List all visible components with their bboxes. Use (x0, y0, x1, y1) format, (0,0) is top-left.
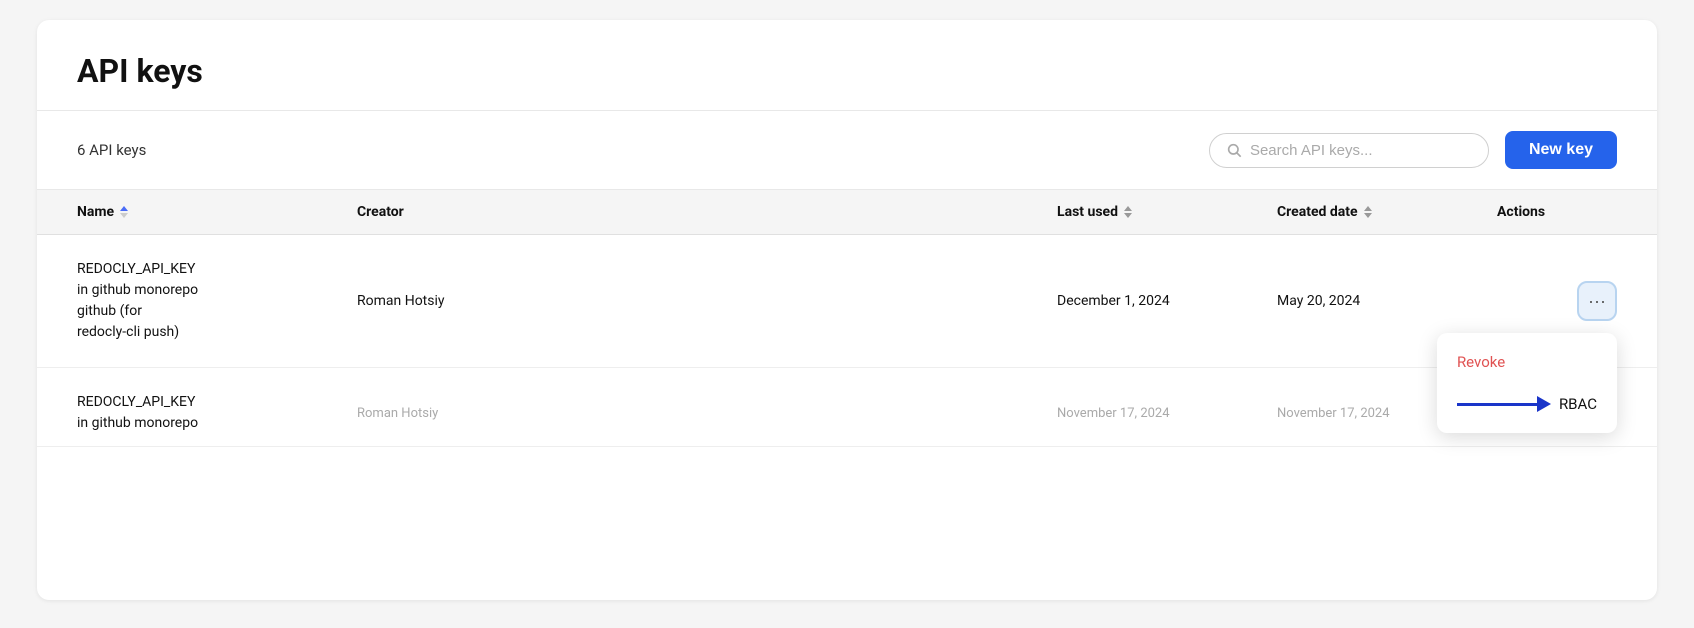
creator-1: Roman Hotsiy (357, 293, 1057, 309)
rbac-menu-item[interactable]: RBAC (1437, 383, 1617, 425)
col-last-used-label: Last used (1057, 204, 1118, 220)
last-used-1: December 1, 2024 (1057, 293, 1277, 309)
table-header: Name Creator Last used Created date (37, 190, 1657, 235)
page-header: API keys (37, 20, 1657, 111)
more-icon: ··· (1588, 291, 1606, 312)
sort-icon-name (120, 206, 128, 218)
search-input[interactable] (1250, 142, 1472, 159)
new-key-button[interactable]: New key (1505, 131, 1617, 169)
table-row: REDOCLY_API_KEYin github monorepogithub … (37, 235, 1657, 368)
sort-icon-last-used (1124, 206, 1132, 218)
revoke-menu-item[interactable]: Revoke (1437, 341, 1617, 383)
search-wrapper (1209, 133, 1489, 168)
key-name-2: REDOCLY_API_KEYin github monorepo (77, 392, 357, 434)
col-header-name[interactable]: Name (77, 204, 357, 220)
toolbar-right: New key (1209, 131, 1617, 169)
search-icon (1226, 142, 1242, 158)
table-row: REDOCLY_API_KEYin github monorepo Roman … (37, 368, 1657, 447)
table-container: Name Creator Last used Created date (37, 190, 1657, 447)
page-container: API keys 6 API keys New key Name (37, 20, 1657, 600)
col-header-created-date[interactable]: Created date (1277, 204, 1497, 220)
page-title: API keys (77, 52, 1617, 90)
col-actions-label: Actions (1497, 204, 1545, 220)
last-used-2: November 17, 2024 (1057, 406, 1277, 421)
rbac-arrow-indicator (1457, 396, 1551, 412)
toolbar: 6 API keys New key (37, 111, 1657, 190)
key-name-1: REDOCLY_API_KEYin github monorepogithub … (77, 259, 357, 343)
rbac-label: RBAC (1559, 395, 1597, 413)
created-date-1: May 20, 2024 (1277, 293, 1497, 309)
more-actions-button-1[interactable]: ··· (1577, 281, 1617, 321)
col-header-creator: Creator (357, 204, 1057, 220)
api-key-count: 6 API keys (77, 141, 146, 159)
creator-2: Roman Hotsiy (357, 406, 1057, 421)
col-creator-label: Creator (357, 204, 404, 220)
sort-icon-created-date (1364, 206, 1372, 218)
actions-cell-1: ··· Revoke RBAC (1497, 281, 1617, 321)
col-header-actions: Actions (1497, 204, 1617, 220)
col-created-date-label: Created date (1277, 204, 1358, 220)
col-name-label: Name (77, 204, 114, 220)
col-header-last-used[interactable]: Last used (1057, 204, 1277, 220)
dropdown-menu-1: Revoke RBAC (1437, 333, 1617, 433)
